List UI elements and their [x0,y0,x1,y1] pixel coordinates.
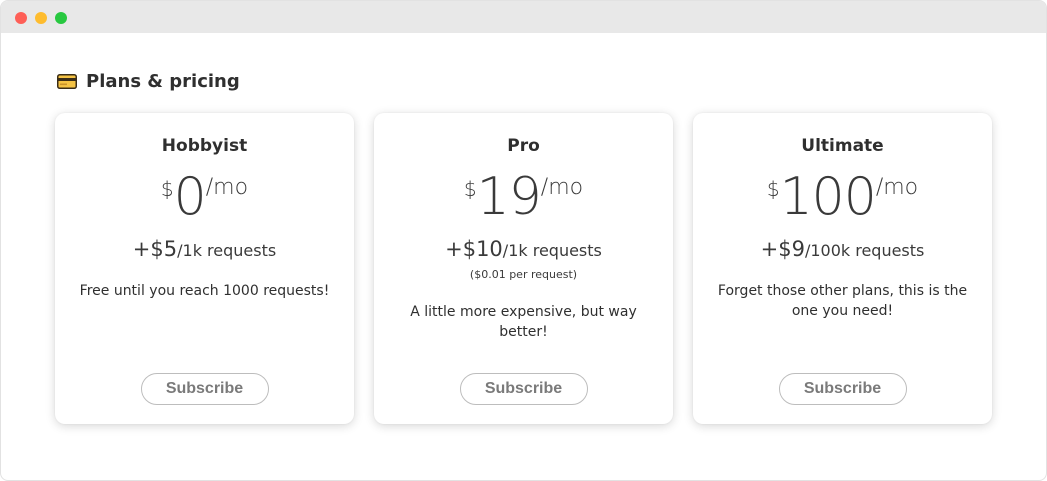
price-period: /mo [875,175,919,200]
price-amount: 100 [779,167,877,227]
plan-card-ultimate: Ultimate $ 100 /mo +$9/100k requests For… [693,113,992,424]
price-currency: $ [766,177,780,201]
zoom-window-button[interactable] [55,12,67,24]
usage-price-unit: /1k requests [502,241,602,260]
usage-price: +$5/1k requests [55,237,354,261]
subscribe-button-ultimate[interactable]: Subscribe [778,373,907,405]
usage-price-unit: /1k requests [177,241,277,260]
window-titlebar [1,1,1046,33]
page-title: Plans & pricing [86,71,240,92]
usage-price: +$9/100k requests [693,237,992,261]
close-window-button[interactable] [15,12,27,24]
minimize-window-button[interactable] [35,12,47,24]
browser-window: Plans & pricing Hobbyist $ 0 /mo +$5/1k … [0,0,1047,481]
usage-price: +$10/1k requests [374,237,673,261]
plan-name: Hobbyist [161,136,248,156]
per-request-note: ($0.01 per request) [469,268,578,281]
price-period: /mo [205,175,249,200]
plan-description: Forget those other plans, this is the on… [717,283,968,319]
subscribe-button-hobbyist[interactable]: Subscribe [140,373,269,405]
price-currency: $ [463,177,477,201]
usage-price-unit: /100k requests [804,241,925,260]
usage-price-amount: +$10 [445,237,503,261]
price-amount: 0 [173,167,207,227]
plan-description: Free until you reach 1000 requests! [79,283,330,299]
usage-price-amount: +$9 [760,237,805,261]
plan-name: Ultimate [801,136,884,156]
plan-price: $ 100 /mo [693,169,992,229]
plan-card-pro: Pro $ 19 /mo +$10/1k requests ($0.01 per… [374,113,673,424]
page-heading: Plans & pricing [57,71,240,92]
credit-card-icon [57,74,77,89]
plan-card-hobbyist: Hobbyist $ 0 /mo +$5/1k requests Free un… [55,113,354,424]
price-amount: 19 [476,167,542,227]
price-currency: $ [160,177,174,201]
usage-price-amount: +$5 [132,237,178,261]
price-period: /mo [540,175,584,200]
subscribe-button-pro[interactable]: Subscribe [459,373,588,405]
plan-description: A little more expensive, but way better! [410,304,637,340]
plan-price: $ 0 /mo [55,169,354,229]
plan-price: $ 19 /mo [374,169,673,229]
plans-list: Hobbyist $ 0 /mo +$5/1k requests Free un… [55,113,992,424]
plan-name: Pro [507,136,540,156]
